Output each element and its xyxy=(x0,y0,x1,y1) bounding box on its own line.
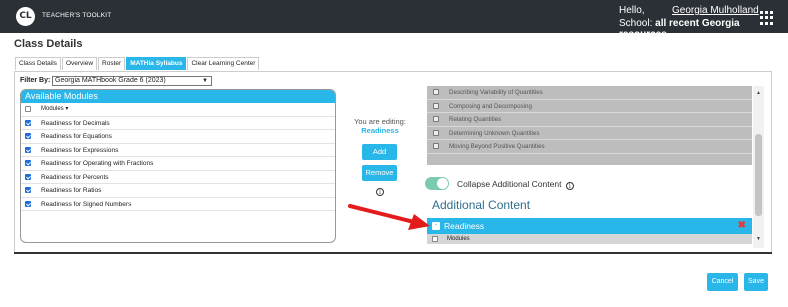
scroll-up-icon[interactable]: ▲ xyxy=(756,90,761,96)
additional-modules-label: Modules xyxy=(447,236,470,242)
school-label: School: xyxy=(619,18,653,29)
cancel-button[interactable]: Cancel xyxy=(707,273,738,291)
user-name-link[interactable]: Georgia Mulholland xyxy=(672,5,759,16)
tab-bar: Class Details Overview Roster MATHia Syl… xyxy=(15,57,260,71)
module-label: Readiness for Decimals xyxy=(41,119,110,127)
tab-class-details[interactable]: Class Details xyxy=(15,57,61,70)
list-item[interactable]: Relating Quantities xyxy=(427,113,752,127)
scroll-down-icon[interactable]: ▼ xyxy=(756,236,761,242)
module-label: Readiness for Ratios xyxy=(41,187,102,194)
readiness-group-label: Readiness xyxy=(444,221,485,231)
close-icon[interactable]: ✖ xyxy=(738,218,746,234)
readiness-group-header[interactable]: - Readiness ✖ xyxy=(427,218,752,234)
tab-mathia-syllabus[interactable]: MATHia Syllabus xyxy=(126,57,187,70)
available-modules-panel: Available Modules Modules ▾ Readiness fo… xyxy=(20,89,336,243)
filter-label: Filter By: xyxy=(20,77,51,84)
logo-icon[interactable]: CL xyxy=(16,7,35,26)
additional-content-title: Additional Content xyxy=(432,198,531,212)
module-checkbox[interactable] xyxy=(25,200,31,207)
collapse-toggle[interactable] xyxy=(425,177,449,190)
collapse-label-text: Collapse Additional Content xyxy=(457,179,562,189)
module-checkbox[interactable] xyxy=(433,143,439,149)
remove-button[interactable]: Remove xyxy=(362,165,397,181)
module-label: Moving Beyond Positive Quantities xyxy=(449,143,545,150)
list-item[interactable]: Readiness for Percents xyxy=(21,171,335,184)
filter-selected-value: Georgia MATHbook Grade 6 (2023) xyxy=(55,77,166,84)
apps-grid-icon[interactable] xyxy=(760,11,774,25)
module-label: Describing Variability of Quantities xyxy=(449,89,543,96)
filter-select[interactable]: Georgia MATHbook Grade 6 (2023) ▼ xyxy=(52,76,212,86)
greeting: Hello, xyxy=(619,5,645,16)
available-modules-title: Available Modules xyxy=(21,90,335,103)
syllabus-module-list: Describing Variability of Quantities Com… xyxy=(427,86,752,165)
list-item[interactable]: Describing Variability of Quantities xyxy=(427,86,752,100)
list-item[interactable]: Readiness for Expressions xyxy=(21,144,335,157)
module-label: Readiness for Operating with Fractions xyxy=(41,160,154,167)
list-item[interactable]: Moving Beyond Positive Quantities xyxy=(427,140,752,154)
app-name[interactable]: TEACHER'S TOOLKIT xyxy=(42,12,111,19)
modules-column-header[interactable]: Modules ▾ xyxy=(21,103,335,117)
module-checkbox[interactable] xyxy=(433,89,439,95)
list-item[interactable]: Readiness for Decimals xyxy=(21,117,335,130)
module-checkbox[interactable] xyxy=(433,116,439,122)
list-item[interactable]: Readiness for Ratios xyxy=(21,184,335,198)
module-checkbox[interactable] xyxy=(433,129,439,136)
add-button[interactable]: Add xyxy=(362,144,397,160)
info-icon[interactable]: i xyxy=(376,188,384,196)
module-checkbox[interactable] xyxy=(25,173,31,180)
module-checkbox[interactable] xyxy=(25,133,31,139)
info-icon[interactable]: i xyxy=(565,182,574,190)
module-checkbox[interactable] xyxy=(25,187,31,193)
module-checkbox[interactable] xyxy=(25,146,31,153)
list-item[interactable]: Readiness for Operating with Fractions xyxy=(21,157,335,171)
additional-modules-header[interactable]: Modules xyxy=(427,234,752,244)
module-label: Readiness for Expressions xyxy=(41,146,119,154)
list-item[interactable]: Composing and Decomposing xyxy=(427,100,752,113)
select-all-checkbox[interactable] xyxy=(25,106,31,112)
page-title: Class Details xyxy=(14,38,83,50)
list-item[interactable]: Determining Unknown Quantities xyxy=(427,127,752,140)
top-bar: CL TEACHER'S TOOLKIT Hello, Georgia Mulh… xyxy=(0,0,788,40)
module-label: Readiness for Percents xyxy=(41,173,109,181)
tab-overview[interactable]: Overview xyxy=(61,57,98,70)
select-all-checkbox[interactable] xyxy=(432,236,438,242)
list-item[interactable]: Readiness for Equations xyxy=(21,130,335,144)
collapse-label: Collapse Additional Content i xyxy=(457,179,574,190)
tab-clear-learning-center[interactable]: Clear Learning Center xyxy=(187,57,260,70)
list-item[interactable]: Readiness for Signed Numbers xyxy=(21,198,335,211)
module-checkbox[interactable] xyxy=(25,119,31,126)
module-label: Relating Quantities xyxy=(449,116,502,123)
footer-divider xyxy=(14,252,772,254)
collapse-icon[interactable]: - xyxy=(432,222,440,230)
annotation-arrow-icon xyxy=(348,204,430,230)
editing-value: Readiness xyxy=(361,126,399,135)
toggle-knob xyxy=(437,178,448,189)
module-label: Composing and Decomposing xyxy=(449,102,532,110)
scrollbar-thumb[interactable] xyxy=(755,134,762,216)
module-label: Readiness for Equations xyxy=(41,133,112,140)
syllabus-scrollbar[interactable]: ▲ ▼ xyxy=(753,86,764,248)
module-checkbox[interactable] xyxy=(25,160,31,166)
module-checkbox[interactable] xyxy=(433,102,439,109)
editing-label: You are editing: xyxy=(354,117,406,126)
chevron-down-icon: ▼ xyxy=(202,78,208,84)
modules-header-label[interactable]: Modules ▾ xyxy=(41,103,68,116)
save-button[interactable]: Save xyxy=(744,273,768,291)
module-label: Readiness for Signed Numbers xyxy=(41,200,132,208)
module-label: Determining Unknown Quantities xyxy=(449,129,540,137)
tab-roster[interactable]: Roster xyxy=(98,57,126,70)
